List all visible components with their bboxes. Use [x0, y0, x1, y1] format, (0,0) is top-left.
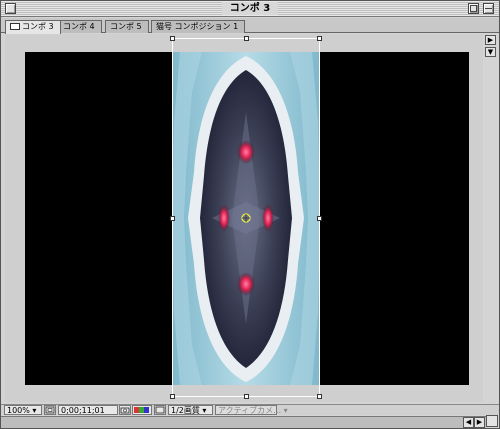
tab-label: コンポ 5: [110, 22, 142, 31]
handle-top-left[interactable]: [170, 36, 175, 41]
tab-comp-4[interactable]: コンポ 4: [58, 20, 102, 33]
triangle-down-icon[interactable]: ▼: [485, 47, 496, 57]
region-icon[interactable]: [154, 405, 166, 415]
scroll-left-icon[interactable]: ◀: [463, 417, 474, 428]
window-title: コンポ 3: [221, 2, 279, 15]
close-icon[interactable]: [5, 3, 16, 14]
handle-bottom-center[interactable]: [244, 394, 249, 399]
zoom-icon[interactable]: [468, 3, 479, 14]
handle-bottom-right[interactable]: [317, 394, 322, 399]
resize-grip-icon[interactable]: [486, 415, 498, 427]
safe-zones-icon[interactable]: [44, 405, 56, 415]
channels-icon[interactable]: [132, 405, 152, 415]
timecode-display[interactable]: 0;00;11;01: [58, 405, 118, 415]
scroll-right-icon[interactable]: ▶: [474, 417, 485, 428]
tab-comp-3[interactable]: コンポ 3: [5, 20, 61, 34]
zoom-value: 100%: [7, 406, 30, 415]
composition-window: コンポ 3 コンポ 3 コンポ 4 コンポ 5 猫号 コンポジション 1 ▶ ▼: [0, 0, 500, 429]
camera-menu[interactable]: アクティブカメ… ▾: [215, 405, 288, 415]
status-bar: 100% ▾ 0;00;11;01 1/2画質 ▾ アクティブカメ… ▾: [1, 404, 499, 415]
triangle-right-icon[interactable]: ▶: [485, 35, 496, 45]
zoom-menu[interactable]: 100% ▾: [4, 405, 42, 415]
title-bar[interactable]: コンポ 3: [1, 1, 499, 17]
handle-bottom-left[interactable]: [170, 394, 175, 399]
kaleidoscope-image: [172, 52, 320, 385]
resolution-menu[interactable]: 1/2画質 ▾: [168, 405, 213, 415]
tab-bar: コンポ 3 コンポ 4 コンポ 5 猫号 コンポジション 1: [1, 18, 499, 34]
tab-label: コンポ 3: [22, 22, 54, 31]
tab-label: 猫号 コンポジション 1: [156, 22, 239, 31]
tab-label: コンポ 4: [63, 22, 95, 31]
handle-top-center[interactable]: [244, 36, 249, 41]
timecode-value: 0;00;11;01: [61, 406, 105, 415]
tab-comp-5[interactable]: コンポ 5: [105, 20, 149, 33]
horizontal-scrollbar[interactable]: ◀ ▶: [1, 416, 486, 428]
handle-top-right[interactable]: [317, 36, 322, 41]
collapse-icon[interactable]: [483, 3, 494, 14]
comp-tab-icon: [10, 23, 20, 30]
camera-value: アクティブカメ…: [218, 406, 282, 415]
resolution-value: 1/2画質: [171, 406, 200, 415]
snapshot-icon[interactable]: [119, 405, 131, 415]
composition-viewer[interactable]: [5, 34, 483, 402]
tab-composition-1[interactable]: 猫号 コンポジション 1: [151, 20, 246, 33]
footage-layer[interactable]: [172, 52, 320, 385]
side-controls: ▶ ▼: [485, 35, 497, 59]
